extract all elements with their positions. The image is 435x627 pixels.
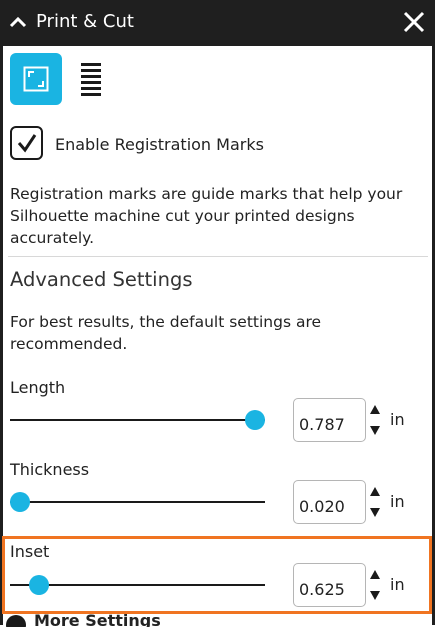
registration-marks-icon	[23, 66, 49, 92]
length-label: Length	[10, 378, 66, 397]
enable-registration-label[interactable]: Enable Registration Marks	[55, 135, 264, 154]
enable-registration-checkbox[interactable]	[10, 126, 43, 160]
panel-titlebar: Print & Cut	[0, 0, 435, 46]
advanced-settings-description: For best results, the default settings a…	[10, 313, 322, 353]
inset-spinner-icon[interactable]	[369, 568, 381, 604]
inset-highlight-box	[2, 536, 432, 614]
length-slider-thumb[interactable]	[245, 410, 265, 430]
thickness-label: Thickness	[10, 460, 90, 479]
close-icon[interactable]	[401, 9, 427, 35]
thickness-spinner-icon[interactable]	[369, 485, 381, 521]
thickness-slider-thumb[interactable]	[10, 492, 30, 512]
thickness-input[interactable]	[293, 480, 366, 524]
advanced-settings-heading: Advanced Settings	[10, 268, 193, 291]
length-slider-track[interactable]	[10, 419, 265, 421]
panel-title: Print & Cut	[36, 11, 134, 32]
expand-circle-icon	[6, 615, 26, 627]
collapse-chevron-icon[interactable]	[8, 14, 28, 30]
thickness-unit: in	[390, 492, 405, 511]
length-spinner-icon[interactable]	[369, 403, 381, 439]
lines-icon[interactable]	[80, 62, 102, 96]
inset-slider-thumb[interactable]	[28, 575, 49, 595]
registration-description: Registration marks are guide marks that …	[10, 185, 403, 247]
section-divider	[8, 256, 428, 257]
inset-unit: in	[390, 575, 405, 594]
inset-label: Inset	[10, 542, 50, 561]
thickness-slider-track[interactable]	[10, 501, 265, 503]
checkmark-icon	[17, 134, 37, 153]
length-input[interactable]	[293, 398, 366, 442]
registration-marks-tab[interactable]	[10, 53, 62, 105]
length-unit: in	[390, 410, 405, 429]
inset-input[interactable]	[293, 563, 366, 607]
